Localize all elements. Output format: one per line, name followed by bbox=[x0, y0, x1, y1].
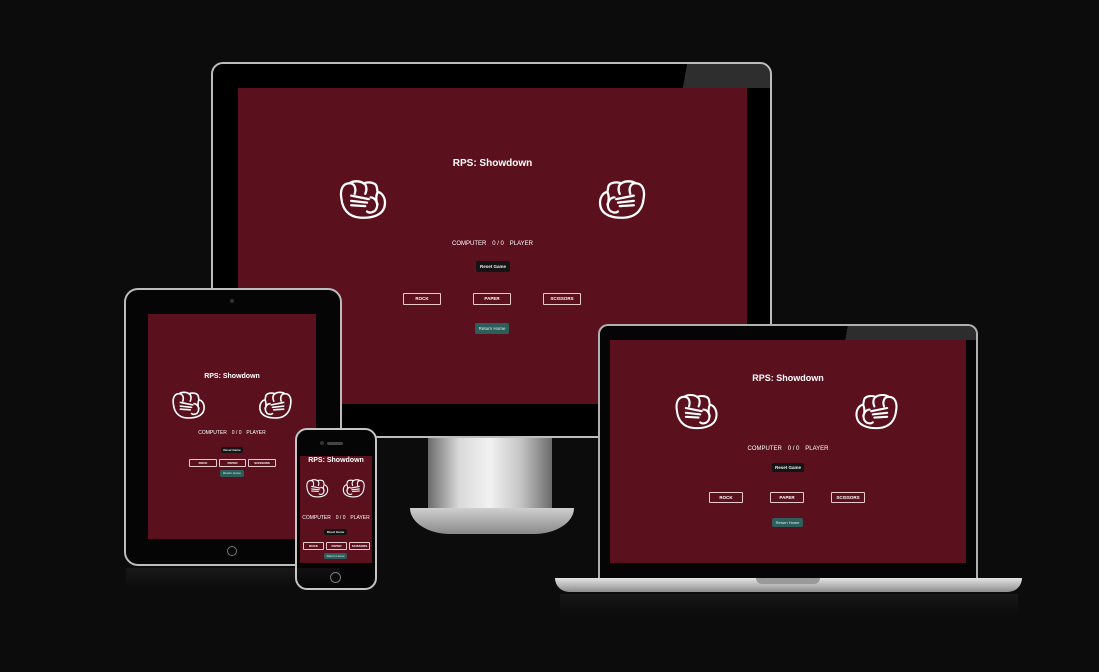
reset-game-button[interactable]: Reset Game bbox=[324, 529, 347, 535]
laptop-reflection bbox=[560, 594, 1018, 614]
paper-button[interactable]: PAPER bbox=[473, 293, 511, 305]
phone-screen: RPS: Showdown COMPUTER 0 / 0 PLAYER Rese… bbox=[300, 456, 372, 563]
scoreboard: COMPUTER 0 / 0 PLAYER bbox=[148, 430, 316, 436]
game-title: RPS: Showdown bbox=[452, 158, 533, 169]
reset-game-button[interactable]: Reset Game bbox=[772, 463, 804, 472]
fist-icon bbox=[170, 390, 208, 421]
tablet-camera bbox=[230, 299, 234, 303]
player-label: PLAYER bbox=[509, 241, 533, 247]
tablet-reflection bbox=[126, 568, 340, 588]
fist-icon bbox=[337, 178, 390, 222]
game-title: RPS: Showdown bbox=[308, 457, 364, 464]
rock-button[interactable]: ROCK bbox=[709, 492, 743, 503]
player-label: PLAYER bbox=[805, 446, 829, 452]
scissors-button[interactable]: SCISSORS bbox=[543, 293, 581, 305]
score-value: 0 / 0 bbox=[787, 446, 800, 452]
laptop-screen: RPS: Showdown COMPUTER 0 / 0 PLAYER Rese… bbox=[610, 340, 966, 563]
player-label: PLAYER bbox=[350, 515, 370, 521]
fist-icon bbox=[256, 390, 294, 421]
laptop-notch bbox=[756, 578, 820, 584]
paper-button[interactable]: PAPER bbox=[326, 542, 347, 550]
rock-button[interactable]: ROCK bbox=[189, 459, 217, 467]
game-title: RPS: Showdown bbox=[204, 373, 260, 380]
scissors-button[interactable]: SCISSORS bbox=[349, 542, 370, 550]
monitor-glare bbox=[668, 64, 770, 88]
fist-icon bbox=[673, 392, 721, 432]
game-title: RPS: Showdown bbox=[752, 373, 824, 383]
computer-label: COMPUTER bbox=[452, 241, 487, 247]
scoreboard: COMPUTER 0 / 0 PLAYER bbox=[300, 515, 372, 521]
paper-button[interactable]: PAPER bbox=[770, 492, 804, 503]
laptop-glare bbox=[830, 326, 976, 340]
player-label: PLAYER bbox=[246, 430, 266, 436]
computer-label: COMPUTER bbox=[747, 446, 782, 452]
return-home-button[interactable]: Return Home bbox=[324, 553, 347, 559]
return-home-button[interactable]: Return Home bbox=[772, 518, 803, 527]
computer-label: COMPUTER bbox=[198, 430, 227, 436]
return-home-button[interactable]: Return Home bbox=[220, 470, 244, 477]
fist-icon bbox=[595, 178, 648, 222]
score-value: 0 / 0 bbox=[492, 241, 504, 247]
tablet-screen: RPS: Showdown COMPUTER 0 / 0 PLAYER Rese… bbox=[148, 314, 316, 539]
rock-button[interactable]: ROCK bbox=[303, 542, 324, 550]
return-home-button[interactable]: Return Home bbox=[475, 323, 509, 334]
fist-icon bbox=[341, 478, 366, 499]
paper-button[interactable]: PAPER bbox=[219, 459, 246, 467]
computer-label: COMPUTER bbox=[302, 515, 331, 521]
fist-icon bbox=[852, 392, 900, 432]
scissors-button[interactable]: SCISSORS bbox=[248, 459, 276, 467]
score-value: 0 / 0 bbox=[231, 430, 242, 436]
monitor-stand-base bbox=[410, 508, 574, 534]
tablet-home-button bbox=[227, 546, 237, 556]
rock-button[interactable]: ROCK bbox=[403, 293, 441, 305]
scoreboard: COMPUTER 0 / 0 PLAYER bbox=[610, 446, 966, 452]
phone-camera bbox=[320, 441, 324, 445]
scoreboard: COMPUTER 0 / 0 PLAYER bbox=[238, 241, 747, 247]
scissors-button[interactable]: SCISSORS bbox=[831, 492, 865, 503]
monitor-stand bbox=[428, 436, 552, 518]
score-value: 0 / 0 bbox=[335, 515, 346, 521]
fist-icon bbox=[305, 478, 330, 499]
phone-speaker bbox=[327, 442, 343, 445]
reset-game-button[interactable]: Reset Game bbox=[221, 447, 243, 453]
reset-game-button[interactable]: Reset Game bbox=[476, 261, 510, 272]
